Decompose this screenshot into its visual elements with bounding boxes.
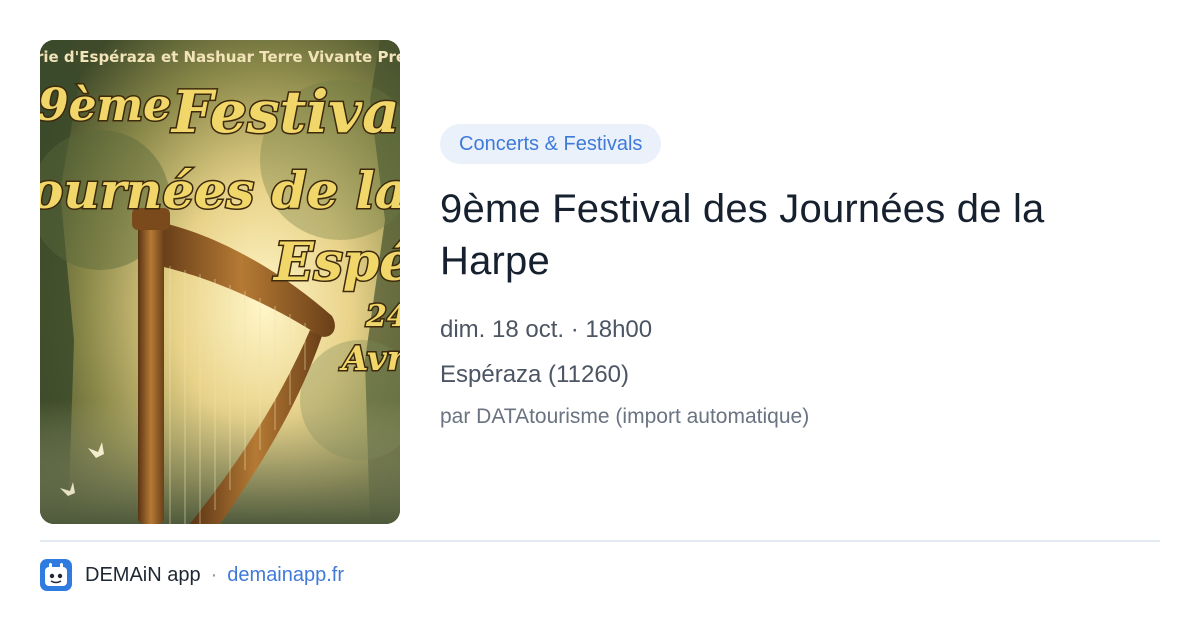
- demain-app-icon: [40, 559, 72, 591]
- svg-text:rie d'Espéraza et Nashuar Terr: rie d'Espéraza et Nashuar Terre Vivante …: [40, 48, 400, 66]
- footer: DEMAiN app · demainapp.fr: [40, 558, 344, 592]
- poster-line-4: 24: [365, 299, 400, 334]
- category-badge[interactable]: Concerts & Festivals: [440, 124, 662, 164]
- poster-line-1b: Festival: [170, 78, 400, 146]
- app-url-link[interactable]: demainapp.fr: [227, 564, 344, 587]
- poster-line-5: Avr: [339, 339, 400, 379]
- event-card[interactable]: rie d'Espéraza et Nashuar Terre Vivante …: [0, 0, 1200, 630]
- event-info: Concerts & Festivals 9ème Festival des J…: [440, 124, 1160, 431]
- event-location: Espéraza (11260): [440, 361, 629, 388]
- event-title[interactable]: 9ème Festival des Journées de la Harpe: [440, 183, 1160, 287]
- footer-separator: ·: [210, 563, 218, 586]
- poster-line-2: ournées de la h: [40, 161, 400, 220]
- poster-line-3: Espér: [272, 232, 400, 293]
- poster-top-line: rie d'Espéraza et Nashuar Terre Vivante …: [40, 48, 400, 66]
- event-datetime: dim. 18 oct. · 18h00: [440, 316, 653, 343]
- footer-divider: [40, 540, 1160, 542]
- event-poster-image[interactable]: rie d'Espéraza et Nashuar Terre Vivante …: [40, 40, 400, 524]
- poster-artwork: rie d'Espéraza et Nashuar Terre Vivante …: [40, 40, 400, 524]
- poster-line-1: 9ème: [40, 80, 171, 131]
- event-source: par DATAtourisme (import automatique): [440, 405, 810, 428]
- app-name: DEMAiN app: [85, 563, 201, 586]
